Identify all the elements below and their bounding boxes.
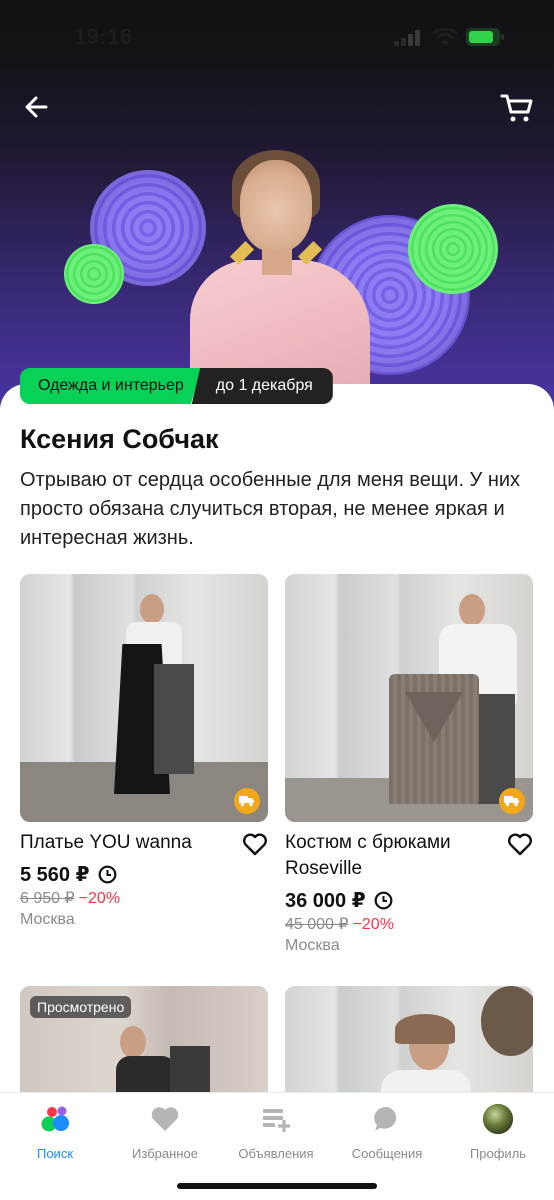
product-city: Москва [20,911,75,928]
tab-listings[interactable]: Объявления [221,1103,331,1161]
tab-label: Профиль [469,1146,527,1161]
favorite-heart-icon[interactable] [242,832,268,856]
old-price-row: 45 000 ₽ −20% [285,914,394,934]
tab-label: Поиск [36,1146,74,1161]
product-photo[interactable] [20,574,268,822]
date-tag: до 1 декабря [191,368,333,404]
old-price: 45 000 ₽ [285,916,349,933]
product-price: 36 000 ₽ [285,888,393,913]
product-city: Москва [285,937,340,954]
cart-icon[interactable] [500,92,534,124]
product-card[interactable]: Просмотрено [20,986,268,1092]
decor-disc-green-large [408,204,498,294]
wifi-icon [432,28,458,46]
old-price-row: 6 950 ₽ −20% [20,888,120,908]
clock-icon [374,891,393,910]
promo-description: Отрываю от сердца особенные для меня вещ… [20,469,521,549]
tab-favorites[interactable]: Избранное [110,1103,220,1161]
promo-tags: Одежда и интерьер до 1 декабря [20,368,333,404]
tab-messages[interactable]: Сообщения [332,1103,442,1161]
old-price: 6 950 ₽ [20,890,75,907]
viewed-badge: Просмотрено [30,996,132,1018]
signal-icon [394,30,420,46]
status-time: 19:16 [74,24,133,49]
back-arrow-icon[interactable] [22,92,52,122]
tab-label: Объявления [238,1146,314,1161]
product-card[interactable]: Платье YOU wanna 5 560 ₽ 6 950 ₽ −20% Мос… [20,574,268,954]
add-listing-icon [263,1109,290,1132]
product-photo[interactable] [285,574,533,822]
product-card[interactable]: Костюм с брюками Roseville 36 000 ₽ 45 0… [285,574,533,974]
chat-bubble-icon [374,1106,397,1131]
search-logo-icon [41,1106,69,1132]
discount-percent: −20% [352,916,394,933]
discount-percent: −20% [78,890,121,907]
heart-icon [151,1107,179,1131]
avatar [483,1104,513,1134]
battery-icon [466,28,504,46]
hero-banner: 19:16 [0,0,554,410]
delivery-icon [234,788,260,814]
price-value: 5 560 ₽ [20,864,90,886]
product-photo[interactable] [285,986,533,1092]
category-tag: Одежда и интерьер [20,368,202,404]
product-price: 5 560 ₽ [20,862,117,887]
tab-profile[interactable]: Профиль [443,1103,553,1161]
tab-search[interactable]: Поиск [0,1103,110,1161]
home-indicator [177,1183,377,1189]
favorite-heart-icon[interactable] [507,832,533,856]
delivery-icon [499,788,525,814]
price-value: 36 000 ₽ [285,890,366,912]
status-bar: 19:16 [0,0,554,70]
product-name[interactable]: Костюм с брюками Roseville [285,830,500,882]
clock-icon [98,865,116,884]
page-title: Ксения Собчак [20,424,219,454]
product-card[interactable] [285,986,533,1092]
tab-label: Сообщения [351,1146,423,1161]
tab-label: Избранное [132,1146,198,1161]
decor-disc-green-small [64,244,124,304]
product-photo[interactable]: Просмотрено [20,986,268,1092]
product-name[interactable]: Платье YOU wanna [20,830,235,856]
